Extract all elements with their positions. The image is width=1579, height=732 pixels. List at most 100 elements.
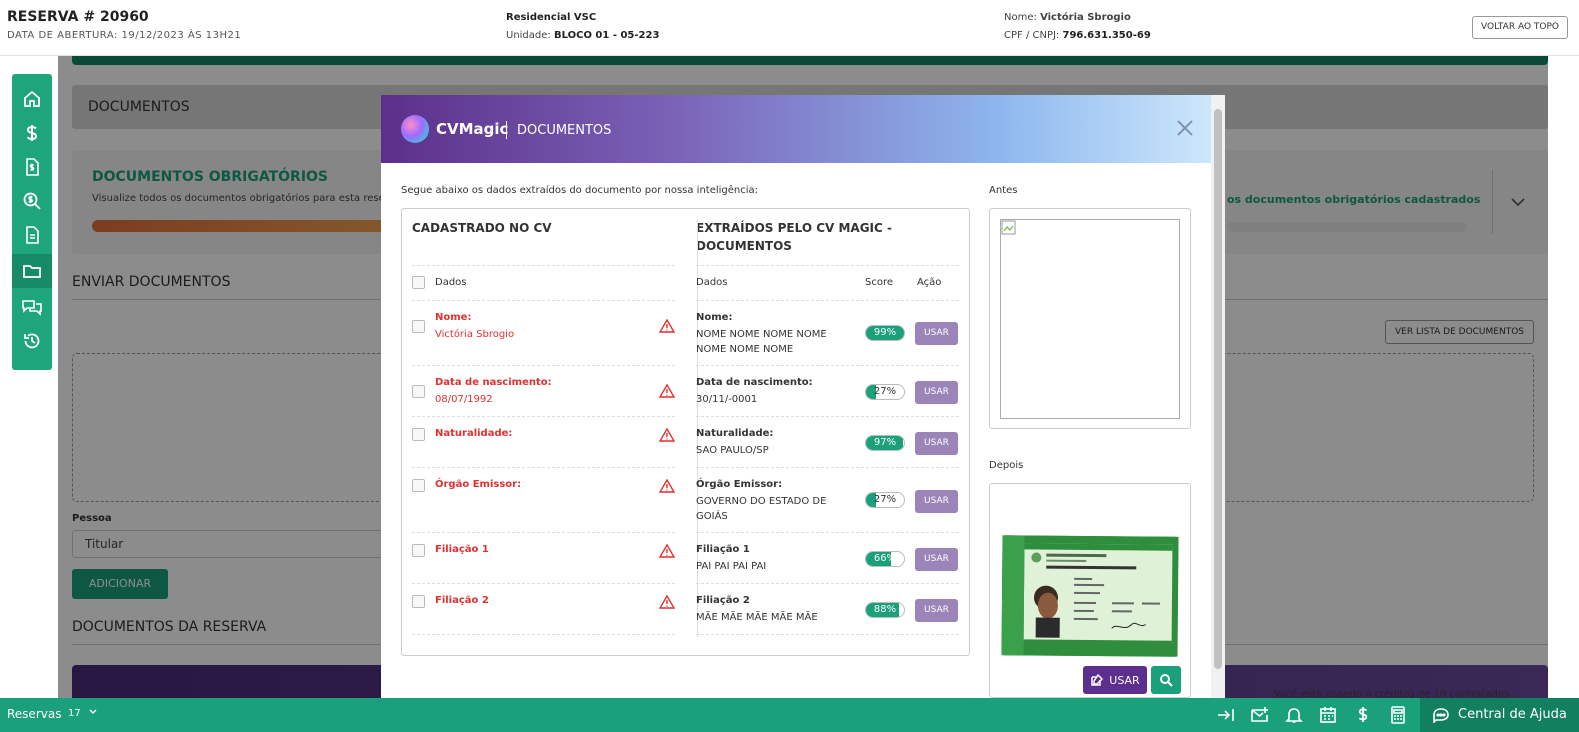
chat-icon[interactable] xyxy=(12,290,52,324)
score-text: 27% xyxy=(873,386,897,397)
col-extraidos-line1: EXTRAÍDOS PELO CV MAGIC - xyxy=(696,221,892,235)
row-checkbox[interactable] xyxy=(412,320,425,333)
row-checkbox[interactable] xyxy=(412,385,425,398)
central-ajuda-button[interactable]: Central de Ajuda xyxy=(1420,698,1579,732)
divider xyxy=(696,467,959,468)
acao-header: Ação xyxy=(917,277,942,288)
mail-plus-icon[interactable] xyxy=(1250,706,1270,724)
document-icon[interactable] xyxy=(12,218,52,252)
usar-button[interactable]: USAR xyxy=(915,548,958,571)
empreendimento-name: Residencial VSC xyxy=(506,12,597,23)
score-bar: 99% xyxy=(865,325,905,341)
voltar-ao-topo-button[interactable]: VOLTAR AO TOPO xyxy=(1472,16,1568,39)
nome-value: Victória Sbrogio xyxy=(1040,12,1131,23)
dados-header-ext: Dados xyxy=(696,277,728,288)
ext-label: Naturalidade: xyxy=(696,428,774,439)
folder-icon[interactable] xyxy=(12,254,52,288)
score-text: 97% xyxy=(873,437,897,448)
zoom-image-button[interactable] xyxy=(1151,666,1181,694)
field-label: Órgão Emissor: xyxy=(435,479,522,490)
score-bar: 88% xyxy=(865,602,905,618)
cadastro-item: Filiação 2 xyxy=(435,595,489,606)
antes-label: Antes xyxy=(989,185,1018,196)
dollar-icon[interactable] xyxy=(1353,706,1373,724)
unidade-info: Unidade: BLOCO 01 - 05-223 xyxy=(506,30,659,41)
divider xyxy=(696,532,959,533)
extracted-item: Filiação 1 PAI PAI PAI PAI xyxy=(696,544,836,574)
cadastro-item: Data de nascimento: 08/07/1992 xyxy=(435,377,552,407)
warning-icon xyxy=(659,544,675,558)
cpf-value: 796.631.350-69 xyxy=(1062,30,1151,41)
chevron-down-icon[interactable] xyxy=(89,707,97,718)
divider xyxy=(412,583,675,584)
score-bar: 27% xyxy=(865,384,905,400)
col-cadastrado: CADASTRADO NO CV xyxy=(412,221,552,235)
search-money-icon[interactable] xyxy=(12,184,52,218)
row-checkbox[interactable] xyxy=(412,479,425,492)
home-icon[interactable] xyxy=(12,82,52,116)
usar-button[interactable]: USAR xyxy=(915,322,958,345)
extracted-item: Naturalidade: SAO PAULO/SP xyxy=(696,428,836,458)
bell-icon[interactable] xyxy=(1284,706,1304,724)
collapse-icon[interactable] xyxy=(1216,706,1236,724)
score-bar: 97% xyxy=(865,435,905,451)
extracted-item: Nome: NOME NOME NOME NOME NOME NOME NOME xyxy=(696,312,836,357)
usar-button[interactable]: USAR xyxy=(915,599,958,622)
antes-image-box xyxy=(989,208,1191,429)
col-extraidos: EXTRAÍDOS PELO CV MAGIC - DOCUMENTOS xyxy=(696,219,892,255)
divider xyxy=(412,634,675,635)
reservas-label[interactable]: Reservas xyxy=(7,707,61,721)
usar-button[interactable]: USAR xyxy=(915,490,958,513)
brand-name: CVMagic xyxy=(436,120,509,138)
calendar-icon[interactable] xyxy=(1318,706,1338,724)
divider xyxy=(696,583,959,584)
divider xyxy=(412,467,675,468)
ext-value: SAO PAULO/SP xyxy=(696,445,769,456)
ext-label: Filiação 2 xyxy=(696,595,750,606)
close-icon[interactable] xyxy=(1176,119,1194,142)
score-bar: 66% xyxy=(865,551,905,567)
intro-text: Segue abaixo os dados extraídos do docum… xyxy=(401,185,759,196)
divider xyxy=(696,416,959,417)
modal-scrollbar[interactable] xyxy=(1211,95,1225,698)
cadastro-item: Naturalidade: xyxy=(435,428,512,439)
warning-icon xyxy=(659,595,675,609)
usar-button[interactable]: USAR xyxy=(915,432,958,455)
top-bar: RESERVA # 20960 DATA DE ABERTURA: 19/12/… xyxy=(0,0,1579,56)
unidade-label: Unidade: xyxy=(506,30,551,41)
history-icon[interactable] xyxy=(12,324,52,358)
edit-icon xyxy=(1091,673,1104,686)
cliente-cpf: CPF / CNPJ: 796.631.350-69 xyxy=(1004,30,1151,41)
ext-value: PAI PAI PAI PAI xyxy=(696,561,767,572)
score-header: Score xyxy=(865,277,894,288)
usar-image-label: USAR xyxy=(1109,673,1140,687)
row-checkbox[interactable] xyxy=(412,428,425,441)
row-checkbox[interactable] xyxy=(412,595,425,608)
nome-label: Nome: xyxy=(1004,12,1037,23)
ext-label: Data de nascimento: xyxy=(696,377,813,388)
central-ajuda-label: Central de Ajuda xyxy=(1458,707,1567,722)
select-all-checkbox[interactable] xyxy=(412,276,425,289)
field-label: Data de nascimento: xyxy=(435,377,552,388)
score-text: 99% xyxy=(873,327,897,338)
row-checkbox[interactable] xyxy=(412,544,425,557)
invoice-icon[interactable] xyxy=(12,150,52,184)
ext-label: Filiação 1 xyxy=(696,544,750,555)
score-text: 88% xyxy=(873,604,897,615)
cliente-nome: Nome: Victória Sbrogio xyxy=(1004,12,1131,23)
col-extraidos-line2: DOCUMENTOS xyxy=(696,239,792,253)
help-chat-icon xyxy=(1433,708,1449,723)
cvmagic-logo xyxy=(401,115,429,143)
divider xyxy=(696,365,959,366)
id-card-image xyxy=(1001,535,1179,657)
scrollbar-thumb[interactable] xyxy=(1214,109,1222,669)
usar-button[interactable]: USAR xyxy=(915,381,958,404)
warning-icon xyxy=(659,319,675,333)
divider xyxy=(412,300,675,301)
id-card-illustration xyxy=(1001,535,1179,657)
calculator-icon[interactable] xyxy=(1388,706,1408,724)
field-value: 08/07/1992 xyxy=(435,394,493,405)
dollar-icon[interactable] xyxy=(12,116,52,150)
field-label: Naturalidade: xyxy=(435,428,513,439)
usar-image-button[interactable]: USAR xyxy=(1083,666,1147,694)
